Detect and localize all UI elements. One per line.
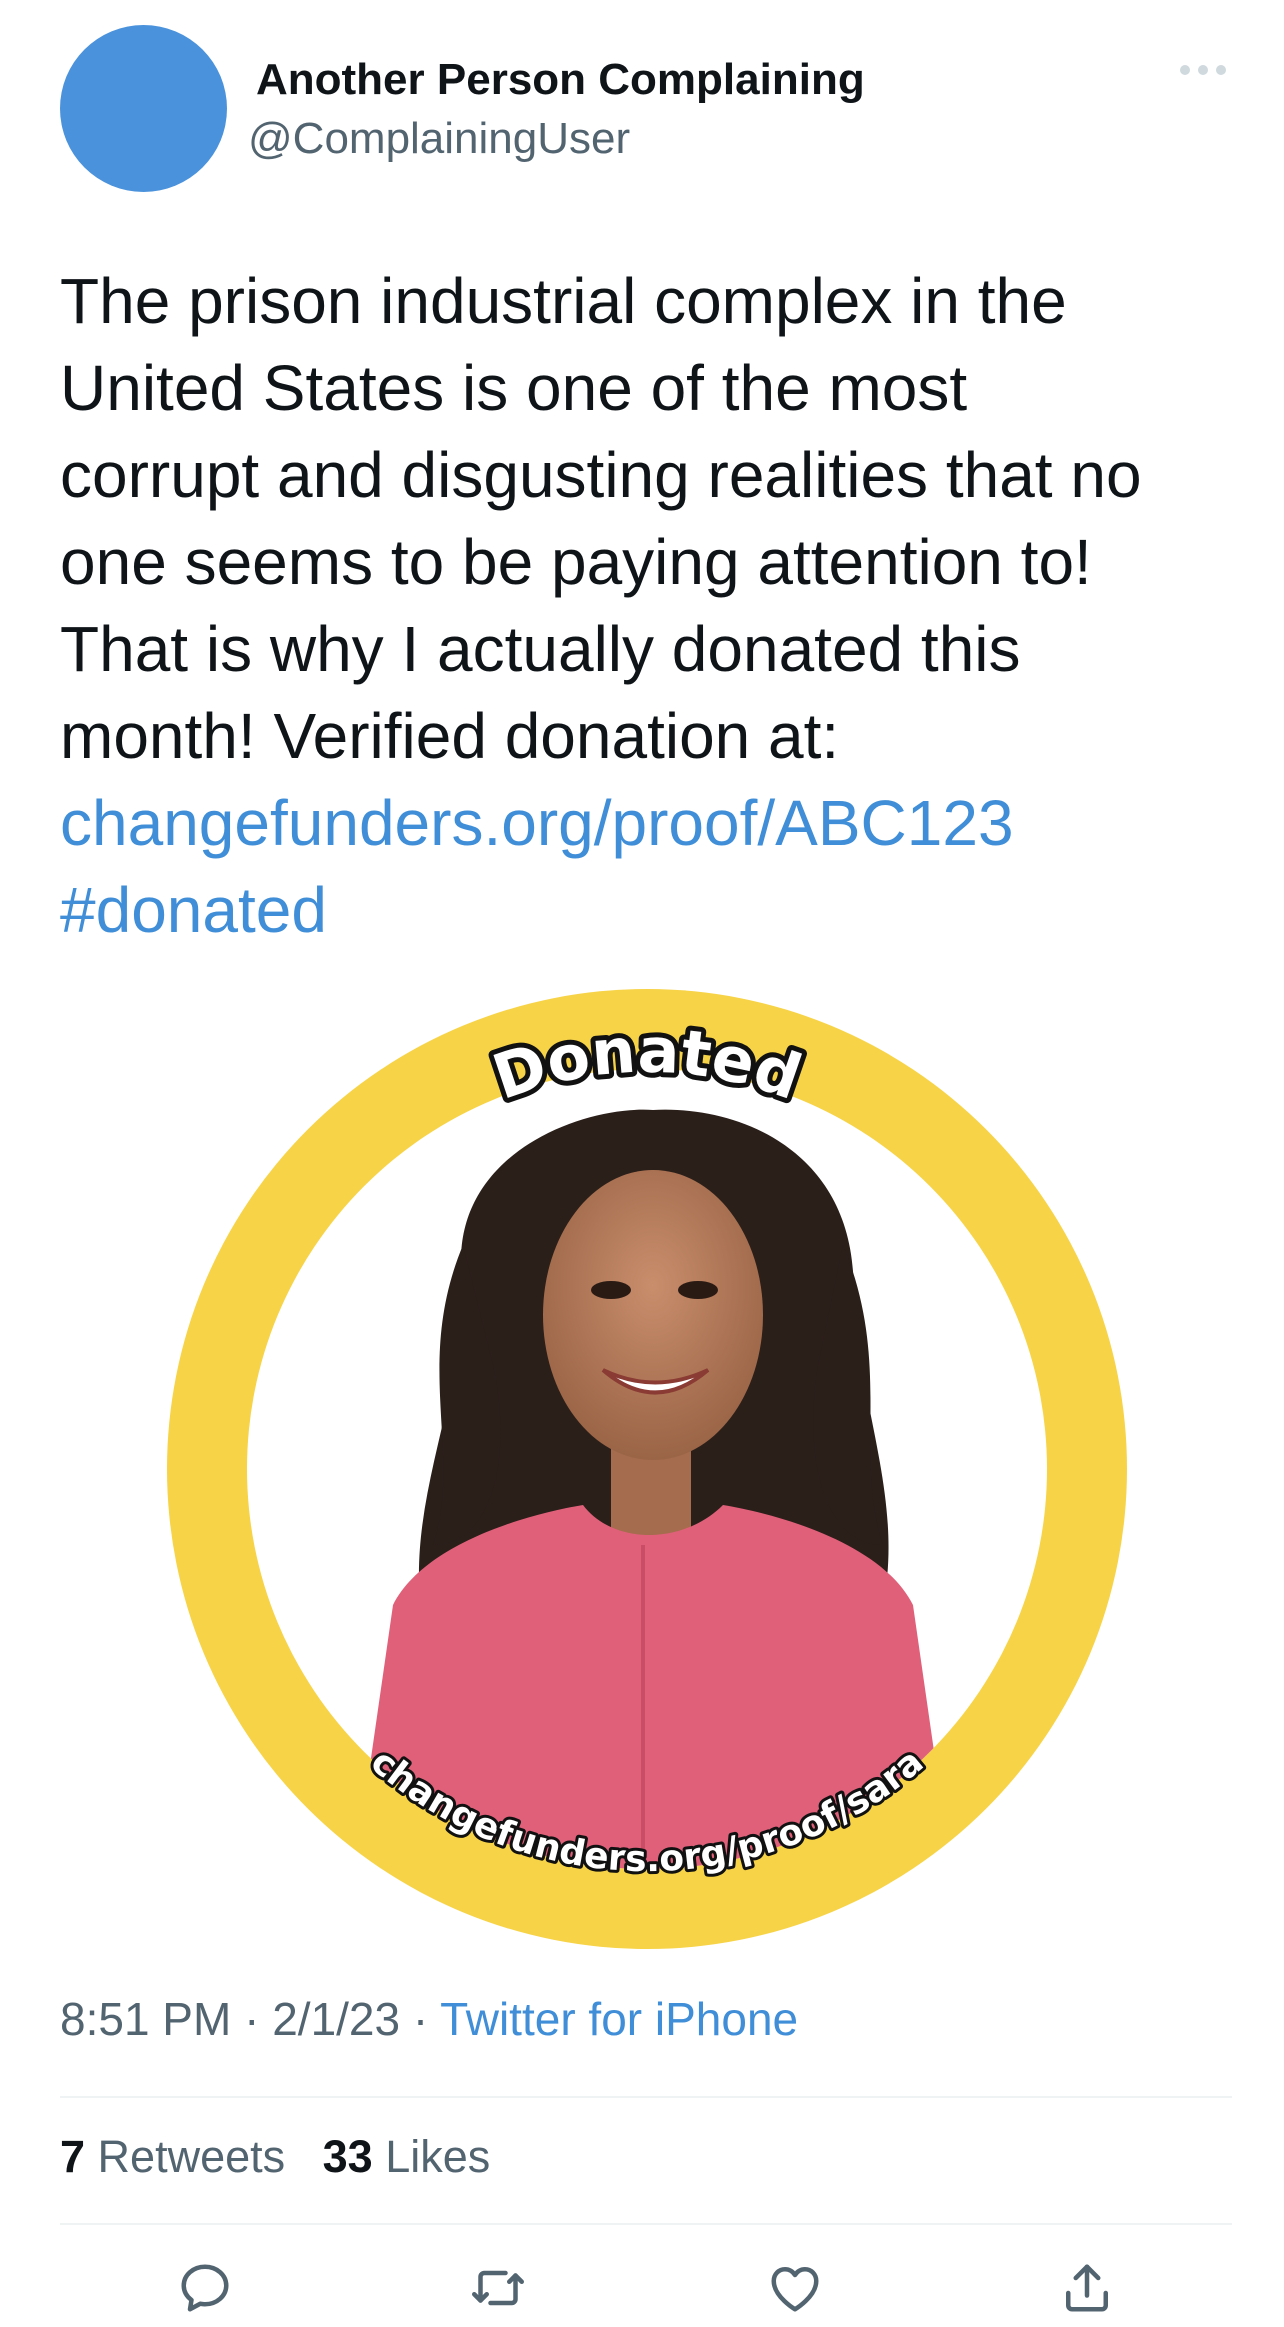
like-count: 33 — [322, 2131, 373, 2182]
user-handle[interactable]: @ComplainingUser — [248, 114, 630, 164]
retweet-icon[interactable] — [468, 2258, 528, 2318]
tweet-text-line: That is why I actually donated this — [60, 613, 1021, 685]
retweets-label: Retweets — [97, 2131, 286, 2182]
tweet-text-line: month! Verified donation at: — [60, 700, 840, 772]
tweet-date: 2/1/23 — [272, 1993, 401, 2045]
share-icon[interactable] — [1057, 2258, 1117, 2318]
retweet-count: 7 — [60, 2131, 86, 2182]
reply-icon[interactable] — [175, 2258, 235, 2318]
tweet-time: 8:51 PM — [60, 1993, 232, 2045]
tweet-text: The prison industrial complex in the Uni… — [60, 258, 1240, 954]
tweet-image[interactable]: Donated changefunders.org/proof/sara — [163, 985, 1131, 1953]
divider — [60, 2223, 1232, 2225]
avatar[interactable] — [60, 25, 227, 192]
tweet-stats: 7 Retweets 33 Likes — [60, 2131, 490, 2183]
likes-stat[interactable]: 33 Likes — [323, 2131, 491, 2182]
donation-link[interactable]: changefunders.org/proof/ABC123 — [60, 780, 1240, 867]
hashtag-link[interactable]: #donated — [60, 867, 1240, 954]
tweet-meta: 8:51 PM · 2/1/23 · Twitter for iPhone — [60, 1993, 799, 2045]
heart-icon[interactable] — [765, 2258, 825, 2318]
tweet-source[interactable]: Twitter for iPhone — [440, 1993, 798, 2045]
display-name[interactable]: Another Person Complaining — [256, 55, 865, 105]
likes-label: Likes — [385, 2131, 491, 2182]
tweet-text-line: United States is one of the most — [60, 352, 968, 424]
tweet-text-line: corrupt and disgusting realities that no — [60, 439, 1142, 511]
retweets-stat[interactable]: 7 Retweets — [60, 2131, 285, 2182]
ellipsis-icon[interactable] — [1180, 62, 1226, 78]
tweet-text-line: The prison industrial complex in the — [60, 265, 1067, 337]
divider — [60, 2096, 1232, 2098]
tweet-text-line: one seems to be paying attention to! — [60, 526, 1092, 598]
